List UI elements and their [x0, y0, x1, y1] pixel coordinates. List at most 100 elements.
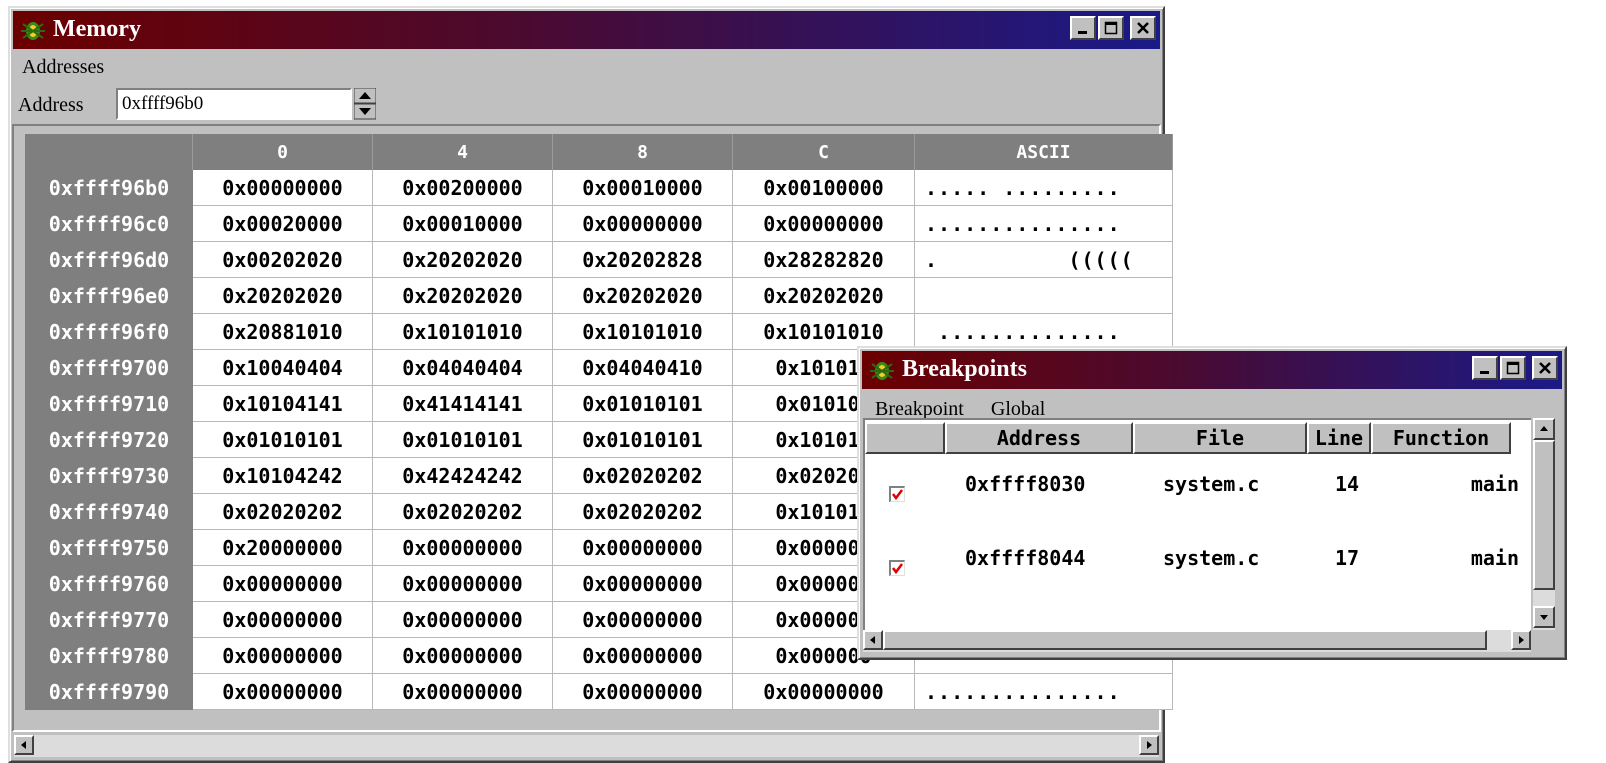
- memory-cell[interactable]: 0x20202020: [193, 278, 373, 314]
- memory-cell[interactable]: 0x28282820: [733, 242, 915, 278]
- menu-addresses[interactable]: Addresses: [22, 56, 104, 78]
- memory-cell[interactable]: 0x20000000: [193, 530, 373, 566]
- memory-cell[interactable]: 0x00010000: [553, 170, 733, 206]
- bug-icon: [21, 22, 45, 40]
- memory-cell[interactable]: 0x00000000: [373, 638, 553, 674]
- scroll-left-button[interactable]: [863, 630, 883, 650]
- memory-cell[interactable]: 0x00000000: [553, 206, 733, 242]
- breakpoint-row[interactable]: 0xffff8030 system.c 14 main: [865, 472, 1525, 512]
- memory-cell[interactable]: 0x20202020: [553, 278, 733, 314]
- address-label: Address: [18, 94, 84, 116]
- memory-cell[interactable]: 0x00000000: [193, 638, 373, 674]
- memory-cell[interactable]: 0x10101010: [373, 314, 553, 350]
- memory-cell[interactable]: 0x20202020: [373, 242, 553, 278]
- bug-icon: [870, 362, 894, 380]
- minimize-button[interactable]: [1070, 16, 1096, 40]
- ascii-cell[interactable]: [915, 278, 1173, 314]
- scroll-right-button[interactable]: [1139, 735, 1159, 755]
- memory-cell[interactable]: 0x00000000: [373, 602, 553, 638]
- memory-cell[interactable]: 0x02020202: [553, 494, 733, 530]
- memory-cell[interactable]: 0x00000000: [733, 206, 915, 242]
- scroll-thumb[interactable]: [883, 630, 1487, 650]
- memory-row: 0xffff96c0 0x00020000 0x00010000 0x00000000…: [25, 206, 1173, 242]
- memory-cell[interactable]: 0x10104141: [193, 386, 373, 422]
- memory-cell[interactable]: 0x00000000: [553, 566, 733, 602]
- address-spin-button[interactable]: [353, 87, 377, 120]
- ascii-cell[interactable]: ..............: [915, 314, 1173, 350]
- menu-breakpoint[interactable]: Breakpoint: [875, 398, 964, 420]
- column-header-address[interactable]: Address: [945, 422, 1133, 454]
- memory-cell[interactable]: 0x00000000: [553, 602, 733, 638]
- breakpoints-title-bar[interactable]: Breakpoints: [862, 351, 1562, 389]
- maximize-button[interactable]: [1098, 16, 1124, 40]
- memory-cell[interactable]: 0x02020202: [373, 494, 553, 530]
- memory-cell[interactable]: 0x01010101: [193, 422, 373, 458]
- close-button[interactable]: [1532, 356, 1558, 380]
- memory-cell[interactable]: 0x10040404: [193, 350, 373, 386]
- breakpoint-enabled-checkbox[interactable]: [889, 486, 905, 502]
- memory-cell[interactable]: 0x41414141: [373, 386, 553, 422]
- ascii-cell[interactable]: ...............: [915, 674, 1173, 710]
- close-button[interactable]: [1130, 16, 1156, 40]
- memory-cell[interactable]: 0x00200000: [373, 170, 553, 206]
- arrow-right-icon: [1147, 741, 1152, 749]
- memory-cell[interactable]: 0x00000000: [373, 566, 553, 602]
- column-header-function[interactable]: Function: [1371, 422, 1511, 454]
- memory-cell[interactable]: 0x02020202: [193, 494, 373, 530]
- memory-cell[interactable]: 0x10101010: [553, 314, 733, 350]
- memory-cell[interactable]: 0x42424242: [373, 458, 553, 494]
- memory-cell[interactable]: 0x00100000: [733, 170, 915, 206]
- ascii-cell[interactable]: . (((((: [915, 242, 1173, 278]
- breakpoint-function: main: [1470, 472, 1519, 496]
- memory-row: 0xffff9790 0x00000000 0x00000000 0x00000000…: [25, 674, 1173, 710]
- memory-cell[interactable]: 0x00000000: [193, 170, 373, 206]
- memory-cell[interactable]: 0x00000000: [193, 566, 373, 602]
- column-header-file[interactable]: File: [1133, 422, 1307, 454]
- memory-cell[interactable]: 0x20202020: [373, 278, 553, 314]
- breakpoints-vertical-scrollbar[interactable]: [1533, 418, 1555, 630]
- scroll-up-button[interactable]: [1533, 418, 1555, 440]
- memory-cell[interactable]: 0x00000000: [553, 674, 733, 710]
- menu-global[interactable]: Global: [991, 398, 1045, 420]
- address-value: 0xffff96b0: [122, 93, 204, 114]
- memory-cell[interactable]: 0x00000000: [373, 530, 553, 566]
- memory-cell[interactable]: 0x00000000: [193, 602, 373, 638]
- memory-cell[interactable]: 0x00000000: [733, 674, 915, 710]
- column-header-line[interactable]: Line: [1307, 422, 1371, 454]
- memory-cell[interactable]: 0x20881010: [193, 314, 373, 350]
- address-input[interactable]: 0xffff96b0: [116, 88, 352, 120]
- scroll-thumb[interactable]: [1533, 440, 1555, 590]
- column-header-blank[interactable]: [865, 422, 945, 454]
- minimize-button[interactable]: [1472, 356, 1498, 380]
- scroll-left-button[interactable]: [14, 735, 34, 755]
- ascii-cell[interactable]: ..... .........: [915, 170, 1173, 206]
- memory-cell[interactable]: 0x00000000: [193, 674, 373, 710]
- breakpoint-line: 17: [1335, 546, 1360, 570]
- memory-cell[interactable]: 0x00020000: [193, 206, 373, 242]
- breakpoint-row[interactable]: 0xffff8044 system.c 17 main: [865, 546, 1525, 586]
- scroll-right-button[interactable]: [1511, 630, 1531, 650]
- memory-cell[interactable]: 0x04040410: [553, 350, 733, 386]
- memory-cell[interactable]: 0x00010000: [373, 206, 553, 242]
- memory-cell[interactable]: 0x01010101: [373, 422, 553, 458]
- memory-cell[interactable]: 0x10101010: [733, 314, 915, 350]
- memory-cell[interactable]: 0x02020202: [553, 458, 733, 494]
- memory-cell[interactable]: 0x10104242: [193, 458, 373, 494]
- breakpoint-enabled-checkbox[interactable]: [889, 560, 905, 576]
- row-address: 0xffff9740: [25, 494, 193, 530]
- memory-cell[interactable]: 0x20202020: [733, 278, 915, 314]
- memory-cell[interactable]: 0x04040404: [373, 350, 553, 386]
- memory-cell[interactable]: 0x00000000: [553, 530, 733, 566]
- breakpoints-horizontal-scrollbar[interactable]: [863, 630, 1531, 652]
- memory-cell[interactable]: 0x01010101: [553, 386, 733, 422]
- memory-horizontal-scrollbar[interactable]: [14, 735, 1159, 757]
- memory-cell[interactable]: 0x01010101: [553, 422, 733, 458]
- memory-title-bar[interactable]: Memory: [13, 11, 1160, 49]
- ascii-cell[interactable]: ...............: [915, 206, 1173, 242]
- maximize-button[interactable]: [1500, 356, 1526, 380]
- scroll-down-button[interactable]: [1533, 606, 1555, 628]
- memory-cell[interactable]: 0x20202828: [553, 242, 733, 278]
- memory-cell[interactable]: 0x00202020: [193, 242, 373, 278]
- memory-cell[interactable]: 0x00000000: [553, 638, 733, 674]
- memory-cell[interactable]: 0x00000000: [373, 674, 553, 710]
